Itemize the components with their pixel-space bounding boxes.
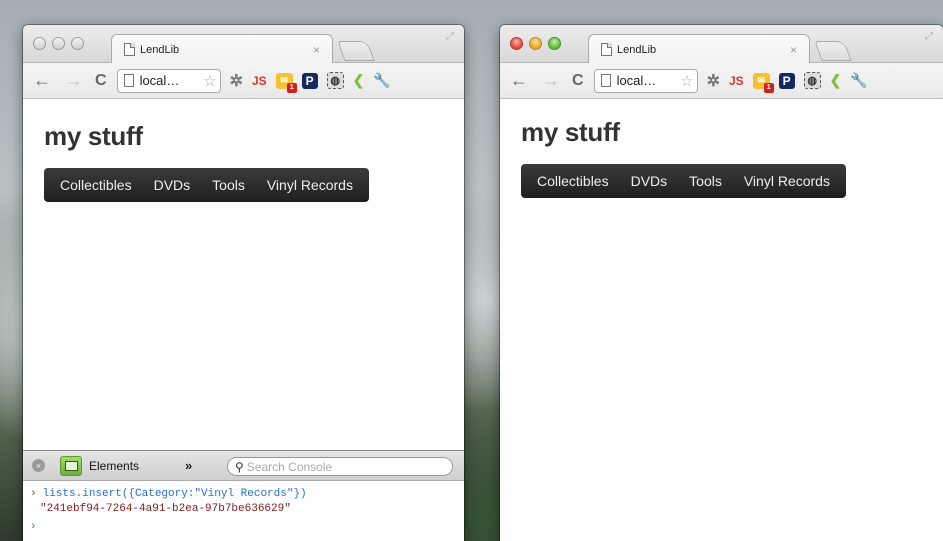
- category-navbar: Collectibles DVDs Tools Vinyl Records: [521, 164, 846, 198]
- category-dvds[interactable]: DVDs: [620, 173, 679, 189]
- category-vinyl-records[interactable]: Vinyl Records: [733, 173, 841, 189]
- address-bar[interactable]: local… ☆: [593, 68, 698, 93]
- js-icon[interactable]: JS: [729, 74, 744, 88]
- browser-toolbar: ← → C local… ☆ ✲ JS ✉ 1 P ◍ ❮ 🔧: [500, 63, 943, 99]
- window-controls: [510, 37, 561, 50]
- p-icon[interactable]: P: [301, 72, 318, 89]
- forward-icon[interactable]: →: [542, 70, 560, 91]
- mail-badge: 1: [286, 82, 297, 93]
- tab-close-icon[interactable]: ×: [790, 43, 797, 57]
- forward-icon[interactable]: →: [65, 70, 83, 91]
- url-text: local…: [139, 73, 180, 88]
- browser-toolbar: ← → C local… ☆ ✲ JS ✉ 1 P ◍ ❮ 🔧: [23, 63, 464, 99]
- browser-tab[interactable]: LendLib ×: [588, 34, 810, 64]
- more-panels-button[interactable]: »: [185, 458, 192, 473]
- category-collectibles[interactable]: Collectibles: [526, 173, 620, 189]
- new-tab-button[interactable]: [814, 41, 852, 61]
- evernote-icon[interactable]: ◍: [326, 72, 344, 89]
- star-icon[interactable]: ☆: [680, 72, 693, 90]
- category-tools[interactable]: Tools: [678, 173, 733, 189]
- p-icon[interactable]: P: [778, 72, 795, 89]
- back-icon[interactable]: ←: [33, 70, 51, 91]
- tab-title: LendLib: [617, 43, 657, 56]
- minimize-window-button[interactable]: [52, 37, 65, 50]
- browser-window-right: LendLib × ⤢ ← → C local… ☆ ✲ JS ✉ 1 P ◍ ❮…: [500, 25, 943, 541]
- search-placeholder: Search Console: [246, 459, 333, 474]
- wrench-icon[interactable]: 🔧: [373, 72, 390, 89]
- category-collectibles[interactable]: Collectibles: [49, 177, 143, 193]
- js-icon[interactable]: JS: [252, 74, 267, 88]
- back-icon[interactable]: ←: [510, 70, 528, 91]
- star-icon[interactable]: ☆: [203, 72, 216, 90]
- page-title: my stuff: [44, 121, 143, 151]
- reload-icon[interactable]: C: [572, 72, 584, 90]
- mail-icon[interactable]: ✉ 1: [752, 72, 774, 93]
- reload-icon[interactable]: C: [95, 72, 107, 90]
- zoom-window-button[interactable]: [548, 37, 561, 50]
- page-icon: [601, 43, 612, 56]
- console-result-line: "241ebf94-7264-4a91-b2ea-97b7be636629": [40, 503, 291, 515]
- category-vinyl-records[interactable]: Vinyl Records: [256, 177, 364, 193]
- elements-tab[interactable]: Elements: [89, 459, 139, 473]
- title-bar[interactable]: LendLib × ⤢: [500, 25, 943, 64]
- page-icon: [124, 43, 135, 56]
- evernote-icon[interactable]: ◍: [803, 72, 821, 89]
- fullscreen-icon[interactable]: ⤢: [446, 31, 454, 42]
- search-icon: ⚲: [235, 459, 244, 474]
- devtools-toolbar: × Elements » ⚲ Search Console: [23, 451, 464, 481]
- browser-window-left: LendLib × ⤢ ← → C local… ☆ ✲ JS ✉ 1 P ◍ ❮…: [23, 25, 464, 541]
- wrench-icon[interactable]: 🔧: [850, 72, 867, 89]
- title-bar[interactable]: LendLib × ⤢: [23, 25, 464, 64]
- zoom-window-button[interactable]: [71, 37, 84, 50]
- fullscreen-icon[interactable]: ⤢: [925, 31, 933, 42]
- devtools-close-icon[interactable]: ×: [32, 459, 45, 472]
- devtools-panel: × Elements » ⚲ Search Console › lists.ins…: [23, 450, 464, 541]
- input-prompt-icon: ›: [30, 488, 37, 500]
- console-prompt[interactable]: ›: [30, 520, 464, 535]
- category-dvds[interactable]: DVDs: [143, 177, 202, 193]
- leaf-icon[interactable]: ❮: [830, 72, 842, 89]
- console-search-input[interactable]: ⚲ Search Console: [227, 457, 453, 476]
- close-window-button[interactable]: [33, 37, 46, 50]
- page-icon: [600, 74, 611, 87]
- page-title: my stuff: [521, 117, 620, 147]
- elements-icon[interactable]: [60, 455, 82, 476]
- tab-title: LendLib: [140, 43, 180, 56]
- bug-icon[interactable]: ✲: [707, 71, 720, 91]
- mail-badge: 1: [763, 82, 774, 93]
- page-content: my stuff Collectibles DVDs Tools Vinyl R…: [500, 100, 943, 541]
- console-input-line: › lists.insert({Category:"Vinyl Records"}…: [30, 487, 464, 502]
- category-navbar: Collectibles DVDs Tools Vinyl Records: [44, 168, 369, 202]
- url-text: local…: [616, 73, 657, 88]
- tab-close-icon[interactable]: ×: [313, 43, 320, 57]
- console-command: lists.insert({Category:"Vinyl Records"}): [42, 488, 307, 500]
- mail-icon[interactable]: ✉ 1: [275, 72, 297, 93]
- console-output: › lists.insert({Category:"Vinyl Records"}…: [23, 481, 464, 535]
- minimize-window-button[interactable]: [529, 37, 542, 50]
- bug-icon[interactable]: ✲: [230, 71, 243, 91]
- window-controls: [33, 37, 84, 50]
- close-window-button[interactable]: [510, 37, 523, 50]
- address-bar[interactable]: local… ☆: [116, 68, 221, 93]
- browser-tab[interactable]: LendLib ×: [111, 34, 333, 64]
- new-tab-button[interactable]: [337, 41, 375, 61]
- page-icon: [123, 74, 134, 87]
- leaf-icon[interactable]: ❮: [353, 72, 365, 89]
- category-tools[interactable]: Tools: [201, 177, 256, 193]
